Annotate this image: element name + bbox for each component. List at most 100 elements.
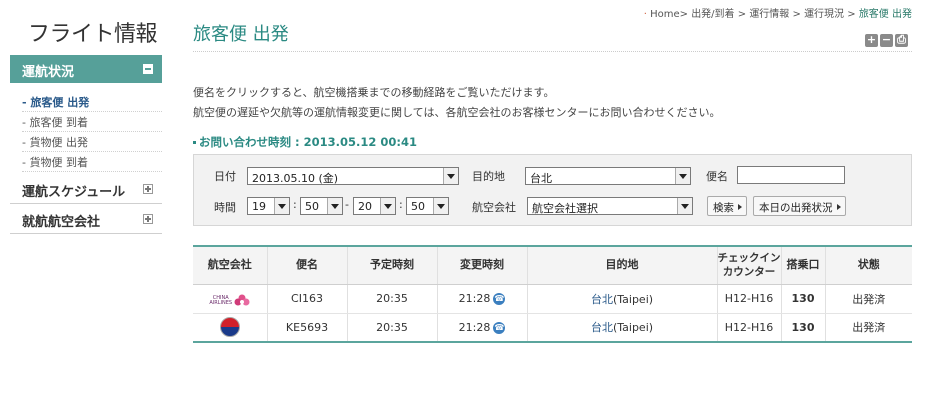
- intro-line: 便名をクリックすると、航空機搭乗までの移動経路をご覧いただけます。: [193, 86, 555, 99]
- status-text: 出発済: [824, 313, 912, 343]
- destination-city-link[interactable]: 台北: [591, 321, 613, 334]
- table-row: CHINA AIRLINES CI163 20:35 21:28 ☎ 台北(Tai…: [193, 284, 912, 314]
- time-value: 50: [411, 200, 425, 213]
- divider: [193, 51, 912, 52]
- chevron-down-icon: [380, 198, 395, 214]
- time-from-minute-select[interactable]: 50: [300, 197, 343, 215]
- airline-cell: CHINA AIRLINES: [193, 284, 267, 314]
- sidebar-item-cargo-departure[interactable]: - 貨物便 出発: [22, 132, 162, 152]
- breadcrumb-home[interactable]: Home: [650, 9, 680, 20]
- flight-number-link[interactable]: KE5693: [266, 313, 347, 343]
- search-panel: 日付 2013.05.10 (金) 目的地 台北 便名 時間 19 : 50 -…: [193, 154, 912, 226]
- date-select[interactable]: 2013.05.10 (金): [247, 167, 459, 185]
- breadcrumb-item[interactable]: 出発/到着: [691, 9, 734, 20]
- breadcrumb: · Home> 出発/到着 > 運行情報 > 運行現況 > 旅客便 出発: [643, 9, 912, 20]
- destination-value: 台北: [530, 172, 552, 185]
- destination-select[interactable]: 台北: [525, 167, 691, 185]
- status-text: 出発済: [824, 284, 912, 314]
- zoom-in-icon[interactable]: +: [865, 34, 878, 47]
- expand-icon[interactable]: [143, 214, 153, 224]
- bullet-icon: [193, 141, 196, 144]
- plum-blossom-icon: [234, 294, 250, 306]
- airline-value: 航空会社選択: [532, 202, 598, 215]
- sidebar-menu-label: 運航スケジュール: [22, 185, 126, 200]
- airline-select[interactable]: 航空会社選択: [527, 197, 693, 215]
- column-header-scheduled: 予定時刻: [346, 245, 437, 285]
- table-header-row: 航空会社 便名 予定時刻 変更時刻 目的地 チェックイン カウンター 搭乗口 状…: [193, 245, 912, 285]
- flight-number-link[interactable]: CI163: [266, 284, 347, 314]
- destination-city-link[interactable]: 台北: [591, 293, 613, 306]
- time-separator: :: [293, 198, 297, 211]
- korean-air-logo-icon: [219, 317, 240, 338]
- changed-time: 21:28: [458, 320, 491, 334]
- sidebar-menu-label: 運航状況: [22, 65, 75, 80]
- destination-cell: 台北(Taipei): [526, 284, 717, 314]
- expand-icon[interactable]: [143, 184, 153, 194]
- time-value: 20: [358, 200, 372, 213]
- phone-icon[interactable]: ☎: [493, 321, 506, 334]
- page-tools: + − ⎙: [865, 34, 908, 47]
- time-value: 19: [252, 200, 266, 213]
- sidebar-submenu: - 旅客便 出発 - 旅客便 到着 - 貨物便 出発 - 貨物便 到着: [22, 92, 162, 172]
- print-icon[interactable]: ⎙: [895, 34, 908, 47]
- checkin-counter: H12-H16: [716, 313, 781, 343]
- date-label: 日付: [214, 170, 236, 183]
- checkin-counter: H12-H16: [716, 284, 781, 314]
- logo-text: CHINA AIRLINES: [209, 295, 233, 306]
- time-to-minute-select[interactable]: 50: [406, 197, 449, 215]
- sidebar-item-passenger-arrival[interactable]: - 旅客便 到着: [22, 112, 162, 132]
- sidebar-menu-airlines[interactable]: 就航航空会社: [10, 204, 162, 234]
- gate-link[interactable]: 130: [780, 284, 825, 314]
- gate-link[interactable]: 130: [780, 313, 825, 343]
- column-header-changed: 変更時刻: [436, 245, 527, 285]
- scheduled-time: 20:35: [346, 284, 437, 314]
- scheduled-time: 20:35: [346, 313, 437, 343]
- china-airlines-logo-icon: CHINA AIRLINES: [209, 294, 250, 308]
- time-range-separator: -: [345, 198, 349, 211]
- column-header-status: 状態: [824, 245, 912, 285]
- destination-cell: 台北(Taipei): [526, 313, 717, 343]
- zoom-out-icon[interactable]: −: [880, 34, 893, 47]
- column-header-flight: 便名: [266, 245, 347, 285]
- phone-icon[interactable]: ☎: [493, 293, 506, 305]
- chevron-down-icon: [327, 198, 342, 214]
- flight-label: 便名: [706, 170, 728, 183]
- table-row: KE5693 20:35 21:28 ☎ 台北(Taipei) H12-H16 1…: [193, 313, 912, 343]
- sidebar-item-passenger-departure[interactable]: - 旅客便 出発: [22, 92, 162, 112]
- breadcrumb-item[interactable]: 運行現況: [804, 9, 844, 20]
- breadcrumb-current: 旅客便 出発: [858, 9, 912, 20]
- airline-label: 航空会社: [472, 201, 516, 214]
- chevron-down-icon: [433, 198, 448, 214]
- sidebar-menu-flight-status[interactable]: 運航状況: [10, 55, 162, 83]
- column-header-airline: 航空会社: [193, 245, 267, 285]
- sidebar-title: フライト情報: [28, 22, 158, 47]
- time-to-hour-select[interactable]: 20: [353, 197, 396, 215]
- sidebar-item-cargo-arrival[interactable]: - 貨物便 到着: [22, 152, 162, 172]
- time-from-hour-select[interactable]: 19: [247, 197, 290, 215]
- query-time: お問い合わせ時刻 : 2013.05.12 00:41: [193, 134, 417, 150]
- bullet-icon: ·: [643, 9, 647, 20]
- column-header-gate: 搭乗口: [780, 245, 825, 285]
- sidebar-menu-schedule[interactable]: 運航スケジュール: [10, 174, 162, 204]
- time-value: 50: [305, 200, 319, 213]
- today-departures-button[interactable]: 本日の出発状況: [753, 196, 846, 216]
- page-title: 旅客便 出発: [193, 24, 289, 45]
- changed-time: 21:28: [458, 292, 491, 305]
- intro-text: 便名をクリックすると、航空機搭乗までの移動経路をご覧いただけます。 航空便の遅延…: [193, 83, 720, 123]
- column-header-checkin: チェックイン カウンター: [716, 245, 781, 285]
- flight-input[interactable]: [737, 166, 845, 184]
- chevron-down-icon: [675, 168, 690, 184]
- chevron-down-icon: [274, 198, 289, 214]
- destination-english: (Taipei): [612, 321, 654, 335]
- chevron-down-icon: [443, 168, 458, 184]
- collapse-icon[interactable]: [143, 64, 153, 74]
- search-button[interactable]: 検索: [707, 196, 747, 216]
- time-label: 時間: [214, 201, 236, 214]
- time-separator: :: [399, 198, 403, 211]
- destination-english: (Taipei): [612, 292, 654, 306]
- intro-line: 航空便の遅延や欠航等の運航情報変更に関しては、各航空会社のお客様センターにお問い…: [193, 106, 721, 119]
- query-time-text: お問い合わせ時刻 : 2013.05.12 00:41: [199, 135, 417, 149]
- sidebar-menu-label: 就航航空会社: [22, 215, 101, 230]
- breadcrumb-item[interactable]: 運行情報: [749, 9, 789, 20]
- departures-table: 航空会社 便名 予定時刻 変更時刻 目的地 チェックイン カウンター 搭乗口 状…: [193, 245, 912, 343]
